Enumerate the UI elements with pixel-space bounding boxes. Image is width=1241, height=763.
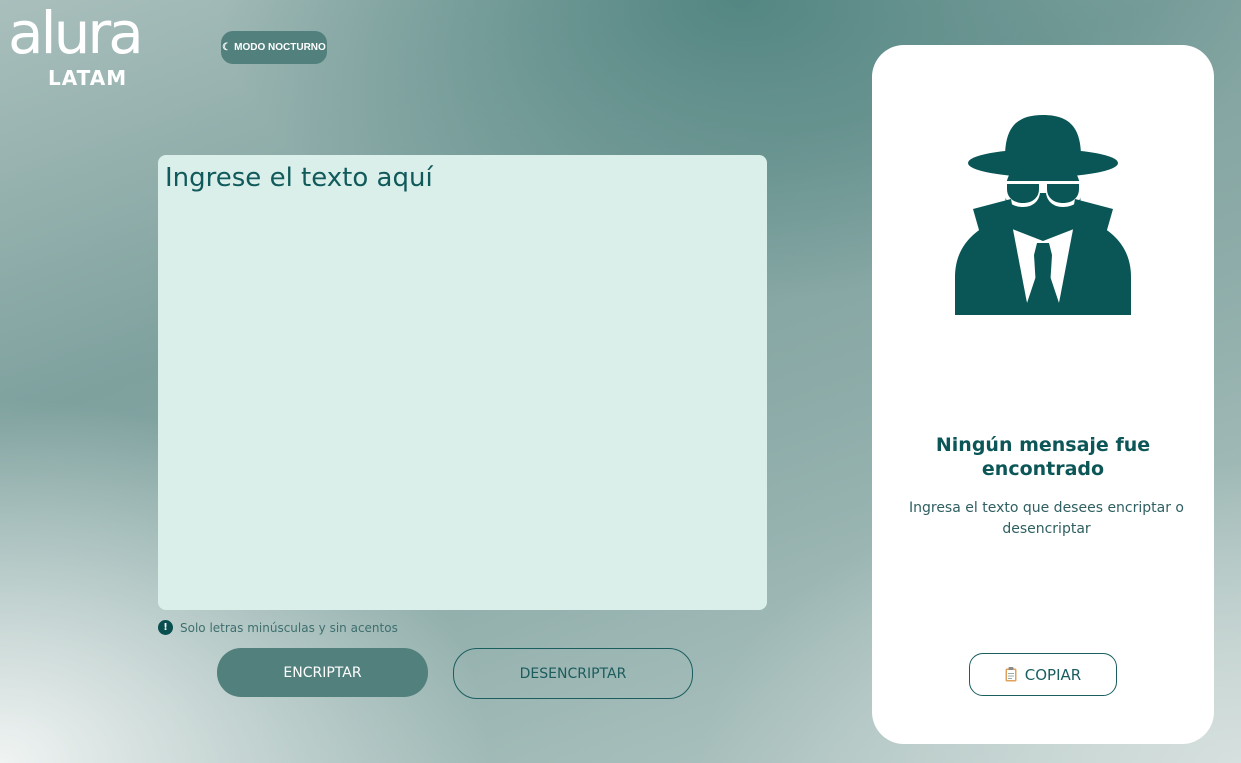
empty-state-title: Ningún mensaje fue encontrado	[935, 434, 1151, 480]
detective-icon	[955, 115, 1131, 315]
hint-text: Solo letras minúsculas y sin acentos	[180, 620, 398, 635]
copy-button[interactable]: COPIAR	[969, 653, 1117, 696]
output-card: Ningún mensaje fue encontrado Ingresa el…	[872, 45, 1214, 744]
input-hint: ! Solo letras minúsculas y sin acentos	[158, 620, 398, 635]
exclamation-icon: !	[158, 620, 173, 635]
alura-latam-logo: alura LATAM	[8, 0, 144, 94]
logo-subtitle: LATAM	[48, 66, 128, 90]
text-input[interactable]	[158, 155, 767, 610]
night-mode-button[interactable]: ☾ MODO NOCTURNO	[221, 31, 327, 64]
empty-state-subtitle: Ingresa el texto que desees encriptar o …	[908, 500, 1185, 537]
night-mode-label: MODO NOCTURNO	[234, 42, 326, 53]
encrypt-button[interactable]: ENCRIPTAR	[217, 648, 428, 697]
decrypt-button[interactable]: DESENCRIPTAR	[453, 648, 693, 699]
moon-icon: ☾	[222, 42, 232, 53]
clipboard-icon	[1005, 667, 1017, 682]
copy-label: COPIAR	[1024, 665, 1082, 684]
logo-word: alura	[8, 0, 144, 67]
